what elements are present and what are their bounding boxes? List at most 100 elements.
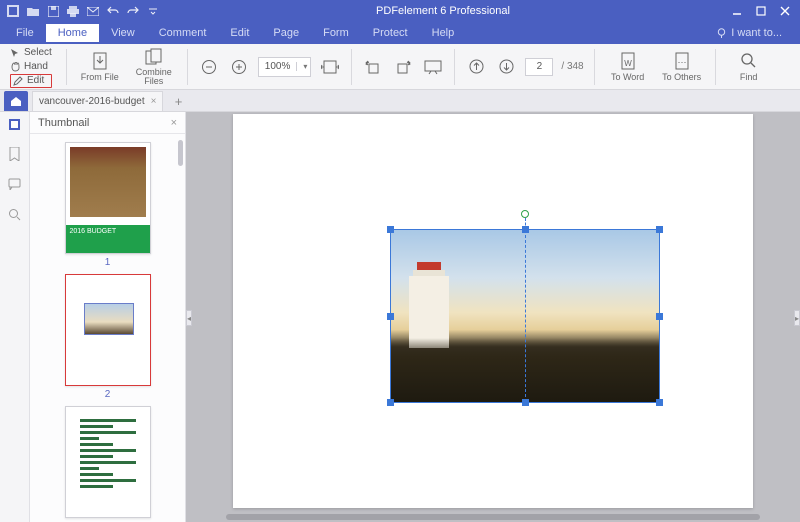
combine-label: Combine Files <box>136 68 172 86</box>
resize-handle-bm[interactable] <box>522 399 529 406</box>
svg-text:⋯: ⋯ <box>677 57 686 67</box>
app-logo-icon <box>6 4 20 18</box>
from-file-label: From File <box>81 72 119 82</box>
zoom-in-button[interactable] <box>228 56 250 78</box>
to-others-icon: ⋯ <box>673 52 691 70</box>
rotate-right-button[interactable] <box>392 56 414 78</box>
menu-view[interactable]: View <box>99 24 147 42</box>
resize-handle-ml[interactable] <box>387 313 394 320</box>
combine-icon <box>145 48 163 66</box>
minimize-button[interactable] <box>726 2 748 20</box>
presentation-button[interactable] <box>422 56 444 78</box>
tool-mode-group: Select Hand Edit <box>6 46 56 88</box>
bookmarks-icon[interactable] <box>7 146 23 162</box>
menu-help[interactable]: Help <box>420 24 467 42</box>
email-icon[interactable] <box>86 4 100 18</box>
maximize-button[interactable] <box>750 2 772 20</box>
thumbnail-panel: Thumbnail × 2016 BUDGET 1 2 3 <box>30 112 186 522</box>
page-number-input[interactable] <box>525 58 553 76</box>
thumbnail-3[interactable]: 3 <box>62 406 154 522</box>
resize-handle-tm[interactable] <box>522 226 529 233</box>
thumb2-label: 2 <box>105 389 111 400</box>
window-controls <box>726 2 800 20</box>
resize-handle-tr[interactable] <box>656 226 663 233</box>
thumbnail-scrollbar[interactable] <box>178 140 183 166</box>
menubar: File Home View Comment Edit Page Form Pr… <box>0 22 800 44</box>
close-button[interactable] <box>774 2 796 20</box>
save-icon[interactable] <box>46 4 60 18</box>
document-tab[interactable]: vancouver-2016-budget × <box>32 91 163 111</box>
chevron-down-icon[interactable]: ▾ <box>296 62 310 71</box>
fit-width-button[interactable] <box>319 56 341 78</box>
close-thumbnail-icon[interactable]: × <box>171 117 177 129</box>
resize-handle-tl[interactable] <box>387 226 394 233</box>
menu-comment[interactable]: Comment <box>147 24 219 42</box>
menu-protect[interactable]: Protect <box>361 24 420 42</box>
thumbnail-1[interactable]: 2016 BUDGET 1 <box>62 142 154 268</box>
qat-dropdown-icon[interactable] <box>146 4 160 18</box>
undo-icon[interactable] <box>106 4 120 18</box>
open-icon[interactable] <box>26 4 40 18</box>
collapse-left-handle[interactable]: ◂ <box>186 310 192 326</box>
rotate-left-button[interactable] <box>362 56 384 78</box>
rotation-handle[interactable] <box>521 210 529 218</box>
i-want-to[interactable]: I want to... <box>716 27 800 39</box>
thumb1-label: 1 <box>105 257 111 268</box>
menu-file[interactable]: File <box>4 24 46 42</box>
to-others-label: To Others <box>662 72 701 82</box>
prev-page-button[interactable] <box>465 56 487 78</box>
select-label: Select <box>24 47 52 58</box>
find-button[interactable]: Find <box>726 46 772 88</box>
selected-image[interactable] <box>391 230 659 402</box>
combine-files-button[interactable]: Combine Files <box>131 46 177 88</box>
from-file-icon <box>91 52 109 70</box>
redo-icon[interactable] <box>126 4 140 18</box>
thumbnail-2[interactable]: 2 <box>62 274 154 400</box>
thumbnail-list[interactable]: 2016 BUDGET 1 2 3 <box>30 134 185 522</box>
quick-access <box>0 4 160 18</box>
from-file-button[interactable]: From File <box>77 46 123 88</box>
to-word-icon: W <box>619 52 637 70</box>
start-tab[interactable] <box>4 91 28 111</box>
menu-page[interactable]: Page <box>261 24 311 42</box>
resize-handle-bl[interactable] <box>387 399 394 406</box>
comments-icon[interactable] <box>7 176 23 192</box>
menu-edit[interactable]: Edit <box>218 24 261 42</box>
workspace: Thumbnail × 2016 BUDGET 1 2 3 <box>0 112 800 522</box>
edit-tool[interactable]: Edit <box>10 74 52 88</box>
horizontal-scrollbar[interactable] <box>226 514 760 520</box>
thumbnails-icon[interactable] <box>7 116 23 132</box>
collapse-right-handle[interactable]: ▸ <box>794 310 800 326</box>
app-title: PDFelement 6 Professional <box>160 5 726 17</box>
thumbnail-header: Thumbnail × <box>30 112 185 134</box>
zoom-combo[interactable]: 100%▾ <box>258 57 312 77</box>
to-word-label: To Word <box>611 72 644 82</box>
find-label: Find <box>740 72 758 82</box>
edit-label: Edit <box>27 75 44 86</box>
svg-text:W: W <box>624 59 632 68</box>
hand-tool[interactable]: Hand <box>10 60 52 74</box>
thumb1-caption: 2016 BUDGET <box>66 225 150 253</box>
page-total: / 348 <box>561 61 583 72</box>
canvas-area[interactable]: ◂ ▸ <box>186 112 800 522</box>
select-tool[interactable]: Select <box>10 46 52 60</box>
resize-handle-mr[interactable] <box>656 313 663 320</box>
i-want-to-label: I want to... <box>731 27 782 39</box>
ribbon: Select Hand Edit From File Combine Files… <box>0 44 800 90</box>
new-tab-button[interactable]: + <box>169 93 187 111</box>
selection-center-guide <box>525 230 526 402</box>
menu-home[interactable]: Home <box>46 24 99 42</box>
document-tab-label: vancouver-2016-budget <box>39 96 145 107</box>
menu-form[interactable]: Form <box>311 24 361 42</box>
close-tab-icon[interactable]: × <box>151 96 157 107</box>
side-icon-bar <box>0 112 30 522</box>
search-panel-icon[interactable] <box>7 206 23 222</box>
print-icon[interactable] <box>66 4 80 18</box>
to-word-button[interactable]: W To Word <box>605 46 651 88</box>
resize-handle-br[interactable] <box>656 399 663 406</box>
next-page-button[interactable] <box>495 56 517 78</box>
document-tabbar: vancouver-2016-budget × + <box>0 90 800 112</box>
to-others-button[interactable]: ⋯ To Others <box>659 46 705 88</box>
zoom-out-button[interactable] <box>198 56 220 78</box>
page-canvas[interactable] <box>233 114 753 508</box>
